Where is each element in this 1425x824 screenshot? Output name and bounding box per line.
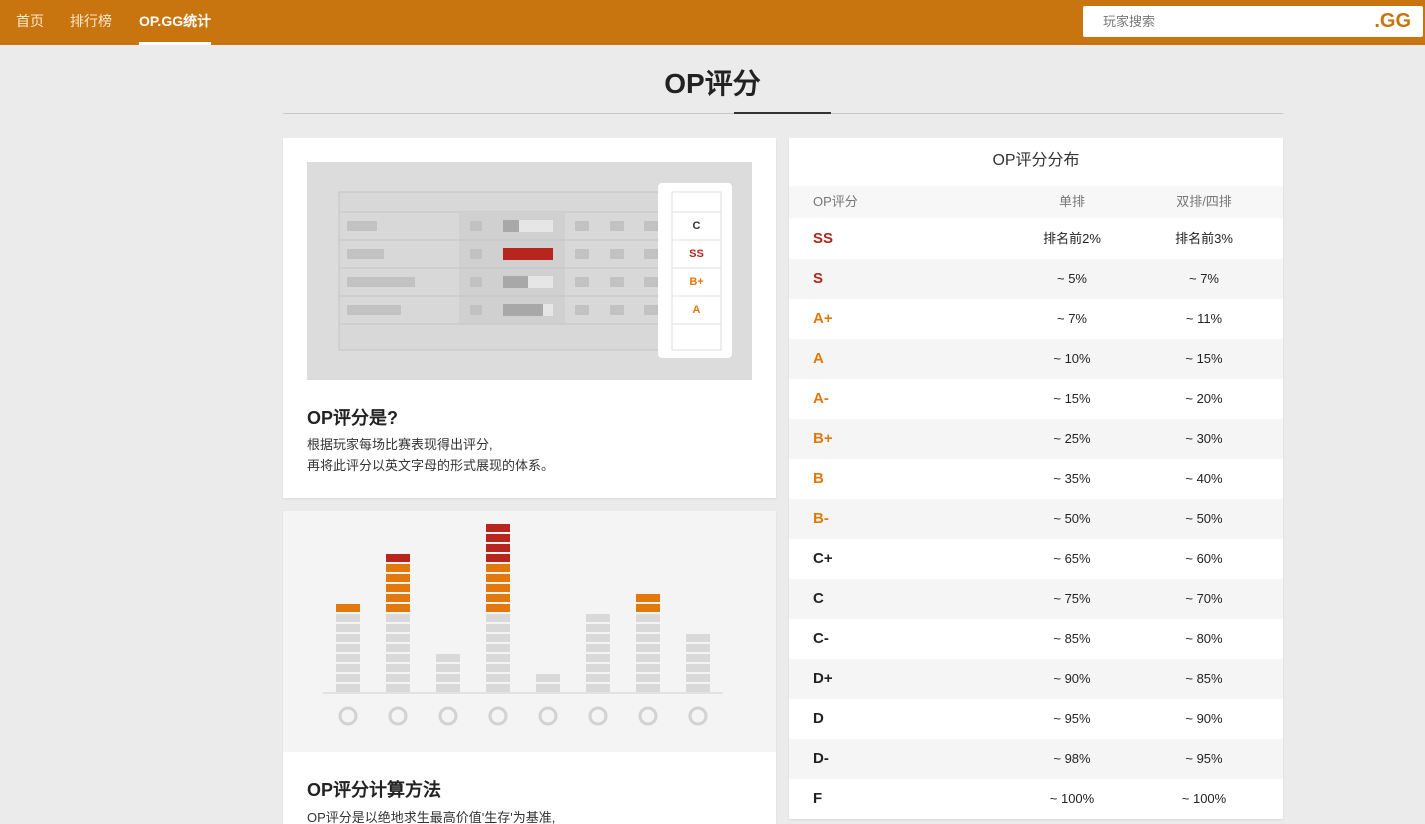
- squad-cell: ~ 15%: [1185, 351, 1223, 366]
- page-title: OP评分: [664, 68, 761, 99]
- table-row: D ~ 95% ~ 90%: [789, 699, 1283, 739]
- squad-cell: ~ 20%: [1185, 391, 1223, 406]
- grade-cell: B-: [813, 510, 829, 527]
- nav-opgg-stats[interactable]: OP.GG统计: [139, 0, 212, 45]
- squad-cell: ~ 95%: [1185, 751, 1223, 766]
- table-row: B- ~ 50% ~ 50%: [789, 499, 1283, 539]
- table-row: C+ ~ 65% ~ 60%: [789, 539, 1283, 579]
- solo-cell: 排名前2%: [1043, 231, 1101, 246]
- scoreboard-illustration: C SS B+ A: [307, 162, 752, 380]
- solo-cell: ~ 15%: [1053, 391, 1091, 406]
- nav-leaderboard[interactable]: 排行榜: [70, 0, 112, 45]
- card-heading: OP评分计算方法: [307, 780, 442, 800]
- grade-cell: C+: [813, 550, 833, 567]
- table-row: C ~ 75% ~ 70%: [789, 579, 1283, 619]
- grade-cell: C-: [813, 630, 829, 647]
- solo-cell: ~ 90%: [1053, 671, 1091, 686]
- solo-cell: ~ 7%: [1057, 311, 1087, 326]
- stat-category-icon: [488, 706, 508, 726]
- nav-home[interactable]: 首页: [16, 0, 44, 45]
- solo-cell: ~ 98%: [1053, 751, 1091, 766]
- grade-cell: S: [813, 270, 824, 287]
- squad-cell: ~ 7%: [1189, 271, 1219, 286]
- table-row: D- ~ 98% ~ 95%: [789, 739, 1283, 779]
- squad-cell: ~ 100%: [1181, 791, 1227, 806]
- header-grade: OP评分: [813, 194, 858, 209]
- grade-cell: B+: [813, 430, 833, 447]
- grade-cell: A+: [813, 310, 833, 327]
- table-row: A+ ~ 7% ~ 11%: [789, 299, 1283, 339]
- stat-bars-graphic: [323, 524, 723, 726]
- header-solo: 单排: [1058, 194, 1085, 209]
- table-row: A- ~ 15% ~ 20%: [789, 379, 1283, 419]
- squad-cell: ~ 80%: [1185, 631, 1223, 646]
- table-row: B ~ 35% ~ 40%: [789, 459, 1283, 499]
- squad-cell: ~ 30%: [1185, 431, 1223, 446]
- solo-cell: ~ 85%: [1053, 631, 1091, 646]
- title-underline: [734, 112, 831, 114]
- solo-cell: ~ 75%: [1053, 591, 1091, 606]
- stat-category-icon: [338, 706, 358, 726]
- squad-cell: 排名前3%: [1175, 231, 1233, 246]
- squad-cell: ~ 50%: [1185, 511, 1223, 526]
- opgg-logo[interactable]: .GG: [1374, 10, 1411, 33]
- card-text-line2: 再将此评分以英文字母的形式展现的体系。: [307, 458, 555, 473]
- grade-cell: C: [813, 590, 824, 607]
- stat-category-icon: [538, 706, 558, 726]
- squad-cell: ~ 90%: [1185, 711, 1223, 726]
- card-heading: OP评分是?: [307, 408, 399, 428]
- table-row: C- ~ 85% ~ 80%: [789, 619, 1283, 659]
- grade-cell: D-: [813, 750, 829, 767]
- card-text-line1: 根据玩家每场比赛表现得出评分,: [307, 437, 493, 452]
- stat-category-icon: [588, 706, 608, 726]
- squad-cell: ~ 40%: [1185, 471, 1223, 486]
- grade-cell: A: [813, 350, 824, 367]
- squad-cell: ~ 11%: [1185, 311, 1223, 326]
- solo-cell: ~ 10%: [1053, 351, 1091, 366]
- search-box: .GG: [1083, 6, 1423, 37]
- squad-cell: ~ 60%: [1185, 551, 1223, 566]
- solo-cell: ~ 65%: [1053, 551, 1091, 566]
- table-row: D+ ~ 90% ~ 85%: [789, 659, 1283, 699]
- stat-category-icon: [688, 706, 708, 726]
- grade-cell: SS: [813, 230, 834, 247]
- table-row: SS 排名前2% 排名前3%: [789, 219, 1283, 259]
- squad-cell: ~ 85%: [1185, 671, 1223, 686]
- header-squad: 双排/四排: [1176, 194, 1232, 209]
- top-nav-bar: 首页 排行榜 OP.GG统计 .GG: [0, 0, 1425, 45]
- what-is-op-score-card: C SS B+ A OP评分是? 根据玩家每场比赛表现得出评分, 再将此评分以英…: [283, 138, 776, 498]
- table-row: F ~ 100% ~ 100%: [789, 779, 1283, 819]
- stats-bars-illustration: [283, 511, 776, 752]
- solo-cell: ~ 35%: [1053, 471, 1091, 486]
- grade-cell: F: [813, 790, 823, 807]
- solo-cell: ~ 100%: [1049, 791, 1095, 806]
- grade-cell: A-: [813, 390, 829, 407]
- table-title: OP评分分布: [789, 138, 1283, 187]
- solo-cell: ~ 25%: [1053, 431, 1091, 446]
- op-score-distribution-table: OP评分分布 OP评分 单排 双排/四排 SS 排名前2% 排名前3% S ~ 5% ~ …: [789, 138, 1283, 819]
- squad-cell: ~ 70%: [1185, 591, 1223, 606]
- grade-cell: D+: [813, 670, 833, 687]
- table-header: OP评分 单排 双排/四排: [789, 186, 1283, 218]
- grade-cell: B: [813, 470, 824, 487]
- table-row: B+ ~ 25% ~ 30%: [789, 419, 1283, 459]
- search-input[interactable]: [1083, 6, 1383, 37]
- table-row: A ~ 10% ~ 15%: [789, 339, 1283, 379]
- stat-category-icon: [388, 706, 408, 726]
- grade-cell: D: [813, 710, 824, 727]
- illustration-grade-a: A: [692, 304, 701, 316]
- card-text-line1: OP评分是以绝地求生最高价值'生存'为基准,: [307, 810, 556, 824]
- solo-cell: ~ 50%: [1053, 511, 1091, 526]
- illustration-grade-c: C: [692, 220, 701, 232]
- stat-category-icon: [438, 706, 458, 726]
- solo-cell: ~ 5%: [1057, 271, 1087, 286]
- table-row: S ~ 5% ~ 7%: [789, 259, 1283, 299]
- solo-cell: ~ 95%: [1053, 711, 1091, 726]
- illustration-grade-bplus: B+: [689, 276, 704, 288]
- illustration-grade-ss: SS: [689, 248, 704, 260]
- stat-category-icon: [638, 706, 658, 726]
- calculation-method-card: OP评分计算方法 OP评分是以绝地求生最高价值'生存'为基准,: [283, 511, 776, 824]
